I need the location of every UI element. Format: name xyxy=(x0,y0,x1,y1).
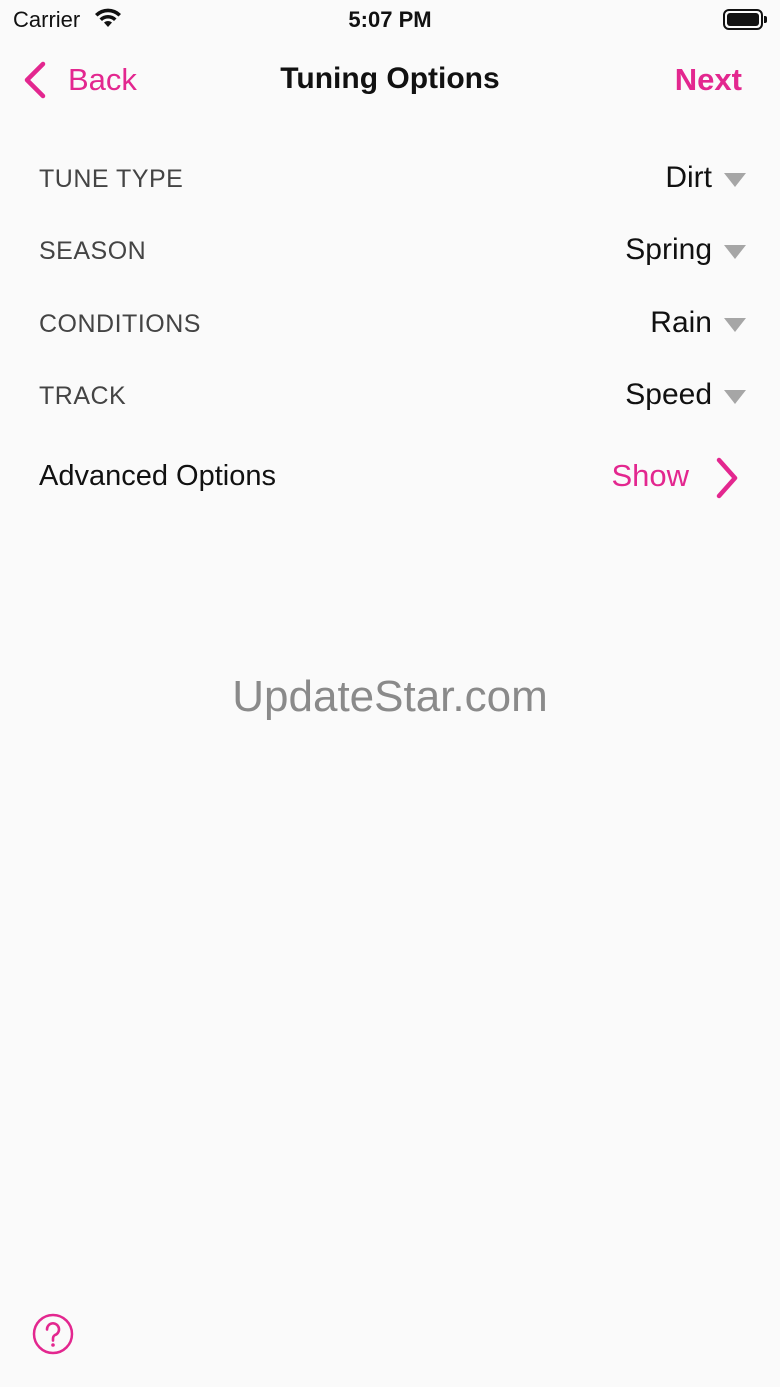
option-label: SEASON xyxy=(39,237,147,265)
tuning-options-screen: Carrier 5:07 PM Back Tuning Options Next… xyxy=(0,0,780,1387)
page-title: Tuning Options xyxy=(280,62,500,95)
option-value[interactable]: Rain xyxy=(650,306,712,340)
option-row-tune-type[interactable]: TUNE TYPE Dirt xyxy=(0,151,780,211)
option-value[interactable]: Spring xyxy=(625,233,712,267)
advanced-options-row[interactable]: Advanced Options Show xyxy=(0,448,780,508)
advanced-options-label: Advanced Options xyxy=(39,460,276,492)
dropdown-arrow-icon[interactable] xyxy=(724,245,746,259)
option-row-conditions[interactable]: CONDITIONS Rain xyxy=(0,296,780,356)
dropdown-arrow-icon[interactable] xyxy=(724,318,746,332)
chevron-right-icon[interactable] xyxy=(714,456,740,500)
dropdown-arrow-icon[interactable] xyxy=(724,390,746,404)
battery-icon xyxy=(723,9,767,30)
status-bar: Carrier 5:07 PM xyxy=(0,0,780,40)
dropdown-arrow-icon[interactable] xyxy=(724,173,746,187)
option-label: TRACK xyxy=(39,382,127,410)
help-icon[interactable] xyxy=(32,1313,74,1355)
option-row-track[interactable]: TRACK Speed xyxy=(0,368,780,428)
show-advanced-button[interactable]: Show xyxy=(611,458,689,494)
option-row-season[interactable]: SEASON Spring xyxy=(0,223,780,283)
option-label: TUNE TYPE xyxy=(39,165,184,193)
watermark-text: UpdateStar.com xyxy=(232,672,548,721)
option-value[interactable]: Dirt xyxy=(665,161,712,195)
option-label: CONDITIONS xyxy=(39,310,201,338)
status-time: 5:07 PM xyxy=(348,7,432,32)
next-button[interactable]: Next xyxy=(675,62,742,98)
option-value[interactable]: Speed xyxy=(625,378,712,412)
navigation-bar: Back Tuning Options Next xyxy=(0,40,780,120)
